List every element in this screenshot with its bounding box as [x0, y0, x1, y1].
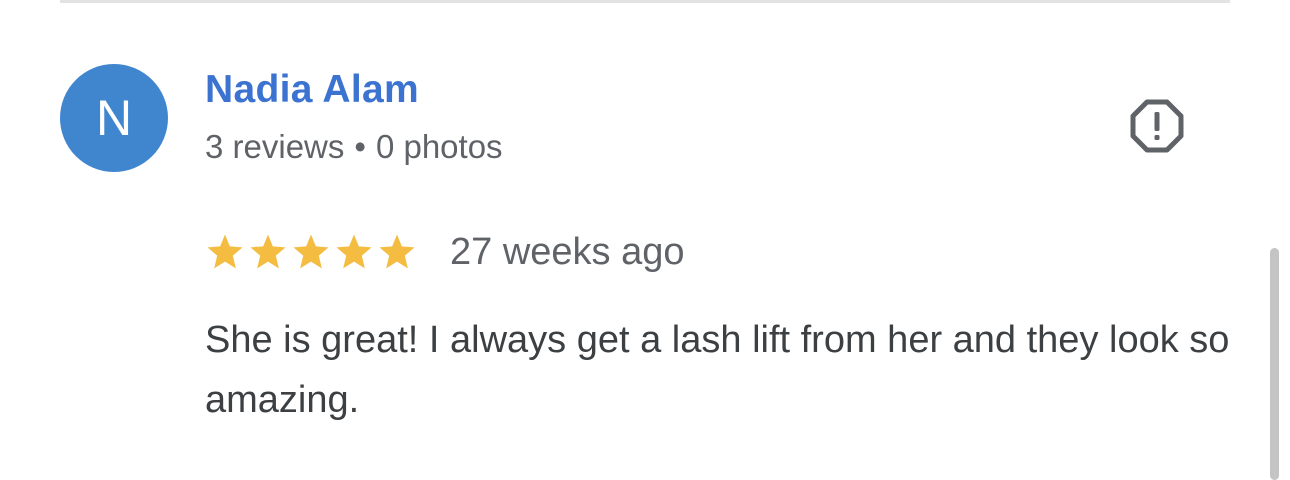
- photo-count: 0 photos: [375, 128, 503, 165]
- review-time: 27 weeks ago: [450, 230, 685, 273]
- reviewer-name[interactable]: Nadia Alam: [205, 68, 419, 112]
- top-divider: [60, 0, 1230, 3]
- star-rating: [205, 232, 420, 272]
- review-text: She is great! I always get a lash lift f…: [205, 319, 1230, 421]
- rating-row: 27 weeks ago: [205, 226, 685, 278]
- review-count: 3 reviews: [205, 128, 345, 165]
- meta-separator: •: [354, 128, 366, 165]
- star-icon: [293, 234, 329, 269]
- report-octagon-icon: [1130, 99, 1184, 153]
- star-icon: [379, 234, 415, 269]
- avatar[interactable]: N: [60, 64, 168, 172]
- scrollbar-thumb[interactable]: [1270, 248, 1279, 480]
- star-icon: [250, 234, 286, 269]
- avatar-initial: N: [95, 90, 133, 146]
- star-icon: [207, 234, 243, 269]
- star-icon: [336, 234, 372, 269]
- report-review-button[interactable]: [1124, 94, 1190, 158]
- reviewer-stats: 3 reviews • 0 photos: [205, 128, 503, 166]
